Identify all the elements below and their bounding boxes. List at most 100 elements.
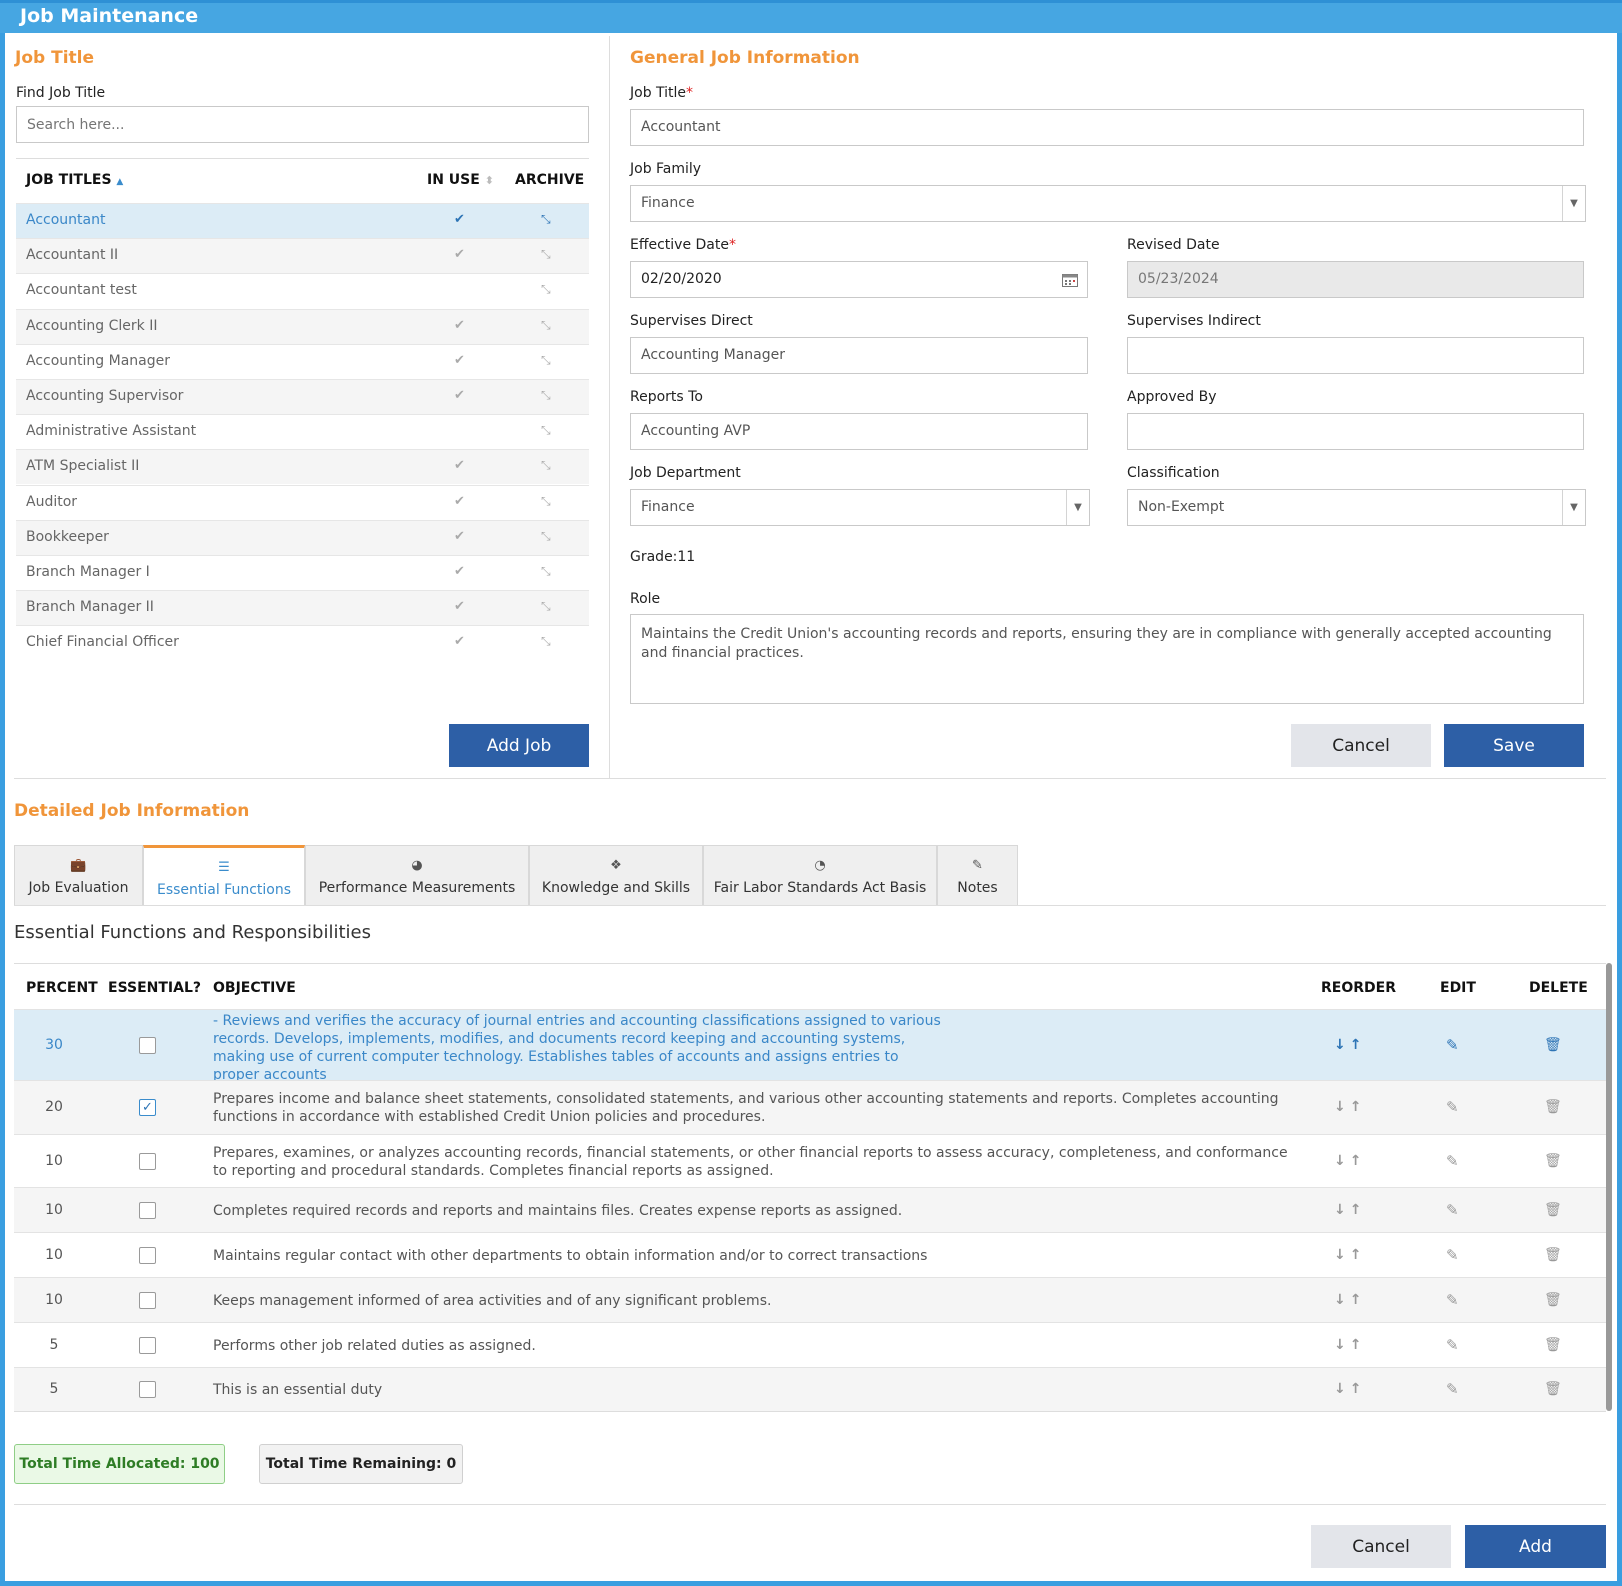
essential-checkbox[interactable]: ✓ <box>139 1099 156 1116</box>
reorder-arrows-icon[interactable]: ↓↑ <box>1334 1202 1365 1218</box>
reorder-arrows-icon[interactable]: ↓↑ <box>1334 1099 1365 1115</box>
job-title-name: Chief Financial Officer <box>26 634 179 651</box>
function-row[interactable]: 20 ✓ Prepares income and balance sheet sta… <box>14 1080 1606 1134</box>
classification-select[interactable]: Non-Exempt ▼ <box>1127 489 1586 526</box>
job-title-row[interactable]: Auditor ✔ ⤡ <box>16 484 589 520</box>
tab-performance-measurements[interactable]: ◕ Performance Measurements <box>305 845 529 906</box>
edit-icon[interactable]: ✎ <box>1446 1036 1459 1054</box>
job-department-label: Job Department <box>630 465 741 481</box>
essential-checkbox[interactable] <box>139 1336 156 1354</box>
job-title-row[interactable]: Bookkeeper ✔ ⤡ <box>16 519 589 555</box>
job-family-select[interactable]: Finance ▼ <box>630 185 1586 222</box>
edit-icon[interactable]: ✎ <box>1446 1098 1459 1116</box>
effective-date-input[interactable]: 02/20/2020 <box>630 261 1088 298</box>
tab-essential-functions[interactable]: ☰ Essential Functions <box>143 845 305 906</box>
search-input[interactable] <box>16 106 589 143</box>
edit-icon[interactable]: ✎ <box>1446 1152 1459 1170</box>
reorder-arrows-icon[interactable]: ↓↑ <box>1334 1153 1365 1169</box>
tab-notes[interactable]: ✎ Notes <box>937 845 1018 906</box>
add-job-button[interactable]: Add Job <box>449 724 589 767</box>
reorder-arrows-icon[interactable]: ↓↑ <box>1334 1247 1365 1263</box>
archive-icon[interactable]: ⤡ <box>541 353 551 368</box>
function-row[interactable]: 10 Prepares, examines, or analyzes accoun… <box>14 1134 1606 1187</box>
job-title-row[interactable]: Accounting Clerk II ✔ ⤡ <box>16 308 589 344</box>
job-title-row[interactable]: Administrative Assistant ⤡ <box>16 414 589 449</box>
table-scrollbar[interactable] <box>1606 963 1612 1411</box>
reorder-arrows-icon[interactable]: ↓↑ <box>1334 1381 1365 1397</box>
edit-icon[interactable]: ✎ <box>1446 1246 1459 1264</box>
archive-icon[interactable]: ⤡ <box>541 494 551 509</box>
essential-checkbox[interactable] <box>139 1152 156 1170</box>
supervises-indirect-input[interactable] <box>1127 337 1584 374</box>
job-title-row[interactable]: Accountant II ✔ ⤡ <box>16 238 589 274</box>
tab-knowledge-skills[interactable]: ❖ Knowledge and Skills <box>529 845 703 906</box>
essential-checkbox[interactable] <box>139 1381 156 1398</box>
archive-icon[interactable]: ⤡ <box>541 423 551 438</box>
tab-job-evaluation[interactable]: 💼 Job Evaluation <box>14 845 143 906</box>
function-row[interactable]: 10 Keeps management informed of area acti… <box>14 1277 1606 1322</box>
function-row[interactable]: 5 Performs other job related duties as as… <box>14 1322 1606 1367</box>
tab-flsa-basis[interactable]: ◔ Fair Labor Standards Act Basis <box>703 845 937 906</box>
archive-icon[interactable]: ⤡ <box>541 318 551 333</box>
archive-icon[interactable]: ⤡ <box>541 212 551 227</box>
function-row[interactable]: 10 Maintains regular contact with other d… <box>14 1232 1606 1277</box>
edit-icon[interactable]: ✎ <box>1446 1291 1459 1309</box>
function-row[interactable]: 5 This is an essential duty ↓↑ ✎ 🗑 <box>14 1367 1606 1411</box>
tab-label: Performance Measurements <box>318 880 516 896</box>
edit-icon[interactable]: ✎ <box>1446 1380 1459 1398</box>
archive-icon[interactable]: ⤡ <box>541 388 551 403</box>
trash-icon[interactable]: 🗑 <box>1544 1037 1562 1053</box>
archive-icon[interactable]: ⤡ <box>541 564 551 579</box>
job-title-row[interactable]: Branch Manager II ✔ ⤡ <box>16 590 589 626</box>
save-button[interactable]: Save <box>1444 724 1584 767</box>
reports-to-input[interactable]: Accounting AVP <box>630 413 1088 450</box>
function-row[interactable]: 10 Completes required records and reports… <box>14 1187 1606 1232</box>
supervises-direct-input[interactable]: Accounting Manager <box>630 337 1088 374</box>
job-titles-header[interactable]: JOB TITLES ▲ <box>26 172 123 188</box>
reorder-arrows-icon[interactable]: ↓↑ <box>1334 1037 1365 1053</box>
job-title-row[interactable]: Branch Manager I ✔ ⤡ <box>16 555 589 590</box>
job-title-row[interactable]: Accounting Supervisor ✔ ⤡ <box>16 379 589 414</box>
calendar-icon[interactable] <box>1062 273 1078 287</box>
role-textarea[interactable]: Maintains the Credit Union's accounting … <box>630 614 1584 704</box>
in-use-header[interactable]: IN USE ⬍ <box>427 172 494 188</box>
reorder-arrows-icon[interactable]: ↓↑ <box>1334 1292 1365 1308</box>
detail-add-button[interactable]: Add <box>1465 1525 1606 1568</box>
trash-icon[interactable]: 🗑 <box>1544 1099 1562 1115</box>
archive-icon[interactable]: ⤡ <box>541 599 551 614</box>
archive-icon[interactable]: ⤡ <box>541 458 551 473</box>
essential-checkbox[interactable] <box>139 1036 156 1054</box>
archive-icon[interactable]: ⤡ <box>541 634 551 649</box>
trash-icon[interactable]: 🗑 <box>1544 1202 1562 1218</box>
trash-icon[interactable]: 🗑 <box>1544 1337 1562 1353</box>
archive-icon[interactable]: ⤡ <box>541 529 551 544</box>
trash-icon[interactable]: 🗑 <box>1544 1153 1562 1169</box>
job-title-row[interactable]: Chief Financial Officer ✔ ⤡ <box>16 625 589 660</box>
essential-checkbox[interactable] <box>139 1291 156 1309</box>
trash-icon[interactable]: 🗑 <box>1544 1247 1562 1263</box>
general-info-section-title: General Job Information <box>630 48 860 68</box>
job-title-row[interactable]: Accountant ✔ ⤡ <box>16 203 589 238</box>
edit-icon[interactable]: ✎ <box>1446 1201 1459 1219</box>
cancel-button[interactable]: Cancel <box>1291 724 1431 767</box>
tab-label: Fair Labor Standards Act Basis <box>713 880 927 896</box>
function-row[interactable]: 30 - Reviews and verifies the accuracy of… <box>14 1009 1606 1083</box>
archive-header: ARCHIVE <box>515 172 585 188</box>
job-title-row[interactable]: ATM Specialist II ✔ ⤡ <box>16 449 589 485</box>
trash-icon[interactable]: 🗑 <box>1544 1381 1562 1397</box>
job-title-row[interactable]: Accounting Manager ✔ ⤡ <box>16 343 589 379</box>
job-title-row[interactable]: Accountant test ⤡ <box>16 273 589 308</box>
essential-checkbox[interactable] <box>139 1201 156 1219</box>
job-title-input[interactable]: Accountant <box>630 109 1584 146</box>
job-department-select[interactable]: Finance ▼ <box>630 489 1090 526</box>
archive-icon[interactable]: ⤡ <box>541 247 551 262</box>
archive-icon[interactable]: ⤡ <box>541 282 551 297</box>
job-title-name: Accountant <box>26 212 106 228</box>
essential-checkbox[interactable] <box>139 1246 156 1264</box>
job-title-name: Administrative Assistant <box>26 423 197 440</box>
detail-cancel-button[interactable]: Cancel <box>1311 1525 1451 1568</box>
trash-icon[interactable]: 🗑 <box>1544 1292 1562 1308</box>
edit-icon[interactable]: ✎ <box>1446 1336 1459 1354</box>
approved-by-input[interactable] <box>1127 413 1584 450</box>
reorder-arrows-icon[interactable]: ↓↑ <box>1334 1337 1365 1353</box>
